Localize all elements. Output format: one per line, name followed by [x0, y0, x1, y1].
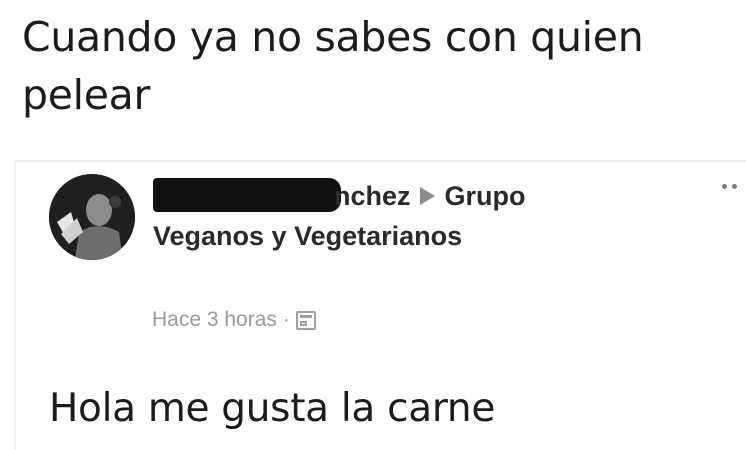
author-name[interactable]: nchez: [334, 176, 411, 216]
more-dot: [732, 184, 737, 189]
author-avatar[interactable]: [49, 174, 135, 260]
post-body-text: Hola me gusta la carne: [49, 386, 496, 431]
avatar-photo-icon: [49, 174, 135, 260]
meta-separator: ·: [282, 308, 290, 331]
post-meta: Hace 3 horas ·: [152, 308, 316, 332]
meme-caption: Cuando ya no sabes con quien pelear: [22, 13, 644, 119]
more-options-icon[interactable]: [722, 184, 746, 194]
arrow-right-icon: [419, 187, 435, 205]
calendar-privacy-icon[interactable]: [295, 310, 316, 330]
facebook-post-card: nchez Grupo Veganos y Vegetarianos Hace …: [14, 160, 746, 450]
group-prefix[interactable]: Grupo: [445, 176, 526, 216]
more-dot: [722, 184, 727, 189]
meme-screenshot: Cuando ya no sabes con quien pelear nche…: [0, 0, 746, 450]
group-name-link[interactable]: Veganos y Vegetarianos: [153, 216, 713, 256]
post-header: nchez Grupo Veganos y Vegetarianos: [153, 176, 713, 256]
post-timestamp[interactable]: Hace 3 horas: [152, 308, 277, 332]
